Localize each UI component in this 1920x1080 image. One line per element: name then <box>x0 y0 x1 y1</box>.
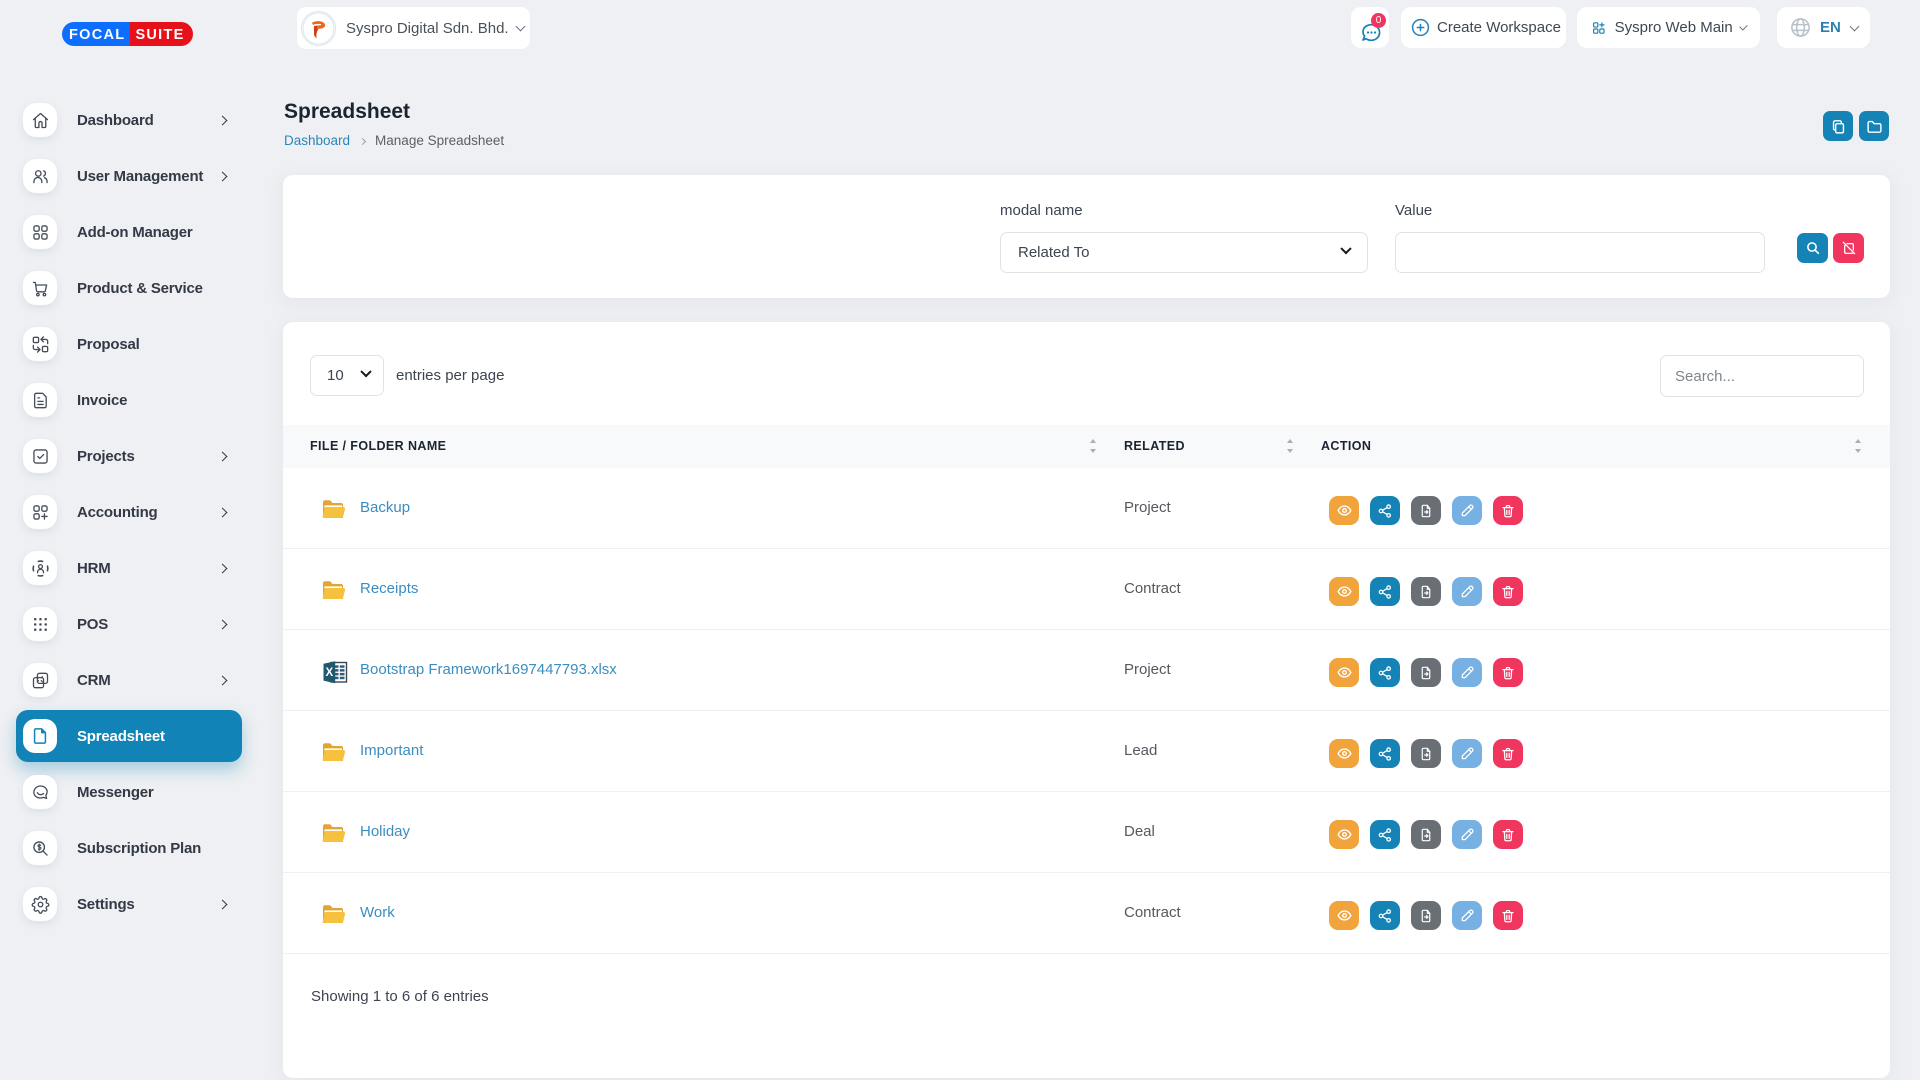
svg-text:X: X <box>325 667 333 679</box>
